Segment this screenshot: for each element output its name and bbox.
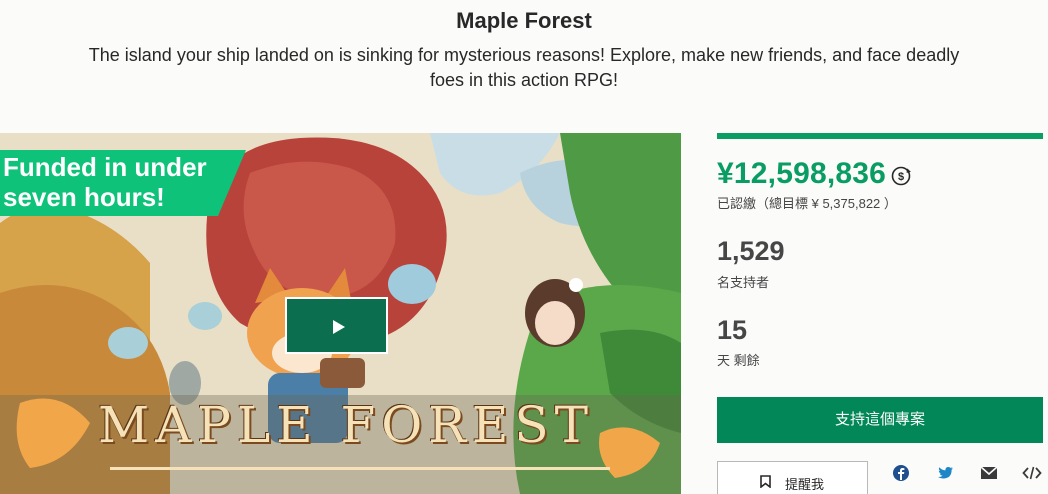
remind-me-button[interactable]: 提醒我 [717,461,868,494]
twitter-icon[interactable] [934,462,956,484]
facebook-icon[interactable] [890,462,912,484]
funding-progress-fill [717,133,1043,139]
embed-icon[interactable] [1021,462,1043,484]
svg-text:$: $ [898,171,904,183]
project-blurb: The island your ship landed on is sinkin… [88,45,960,90]
logo-underline [110,467,610,470]
back-project-button[interactable]: 支持這個專案 [717,397,1043,443]
funded-badge-text: Funded in under seven hours! [3,152,207,212]
days-left-count: 15 [717,315,748,345]
play-button[interactable] [285,297,388,354]
bookmark-icon [760,475,771,488]
currency-conversion-icon[interactable]: $ [890,165,912,187]
days-left-label: 天 剩餘 [717,353,760,368]
logo-text: MAPLE FOREST [98,396,594,454]
email-icon[interactable] [978,462,1000,484]
pledged-goal-label: 已認繳（總目標 ¥ 5,375,822 ） [717,196,897,211]
backers-count: 1,529 [717,236,785,266]
backers-label: 名支持者 [717,275,770,290]
pledged-amount: ¥12,598,836 [717,157,887,190]
remind-me-label: 提醒我 [785,477,825,492]
play-icon [333,320,345,334]
funding-progress-bar [717,133,1043,139]
project-title: Maple Forest [456,8,592,33]
